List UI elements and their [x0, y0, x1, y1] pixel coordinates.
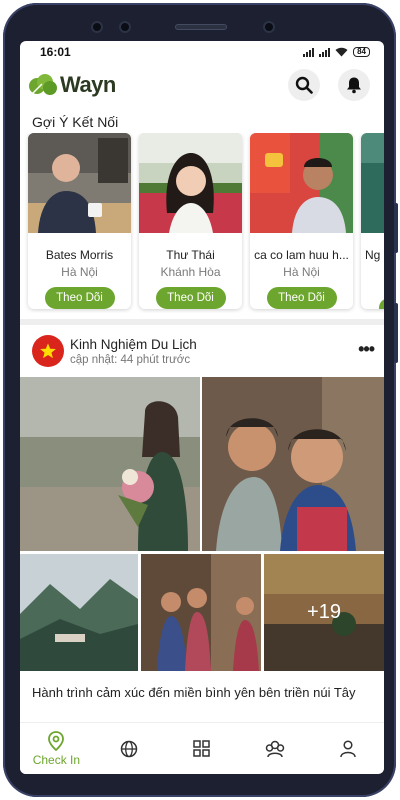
nav-check-in-label: Check In: [32, 752, 81, 767]
location-pin-icon: [48, 730, 65, 751]
volume-button: [394, 203, 398, 253]
front-sensor: [119, 21, 131, 33]
follow-button[interactable]: Theo Dõi: [266, 287, 337, 309]
suggestion-carousel[interactable]: Bates Morris Hà Nội Theo Dõi Thư Thái Kh…: [20, 133, 384, 313]
suggestion-card[interactable]: Bates Morris Hà Nội Theo Dõi: [28, 133, 131, 309]
post-photo[interactable]: [20, 377, 200, 551]
follow-button[interactable]: [379, 298, 384, 309]
power-button: [394, 303, 398, 363]
suggestion-name: Thư Thái: [166, 248, 215, 262]
star-icon: [40, 343, 56, 359]
post-header: Kinh Nghiệm Du Lịch cập nhật: 44 phút tr…: [20, 325, 384, 377]
profile-photo[interactable]: [361, 133, 384, 233]
nav-explore[interactable]: [97, 725, 161, 773]
post-gallery: +19: [20, 377, 384, 671]
leaf-logo-icon: [29, 74, 57, 95]
suggestion-card[interactable]: ca co lam huu h... Hà Nội Theo Dõi: [250, 133, 353, 309]
more-photos-tile[interactable]: +19: [264, 554, 384, 671]
search-button[interactable]: [288, 69, 320, 101]
suggestion-card[interactable]: Ng: [361, 133, 384, 309]
profile-icon: [339, 739, 356, 757]
wifi-icon: [335, 47, 348, 57]
grid-icon: [193, 740, 211, 757]
post-caption[interactable]: Hành trình cảm xúc đến miền bình yên bên…: [20, 671, 384, 703]
notifications-button[interactable]: [338, 69, 370, 101]
status-bar: 16:01 84: [20, 41, 384, 63]
post-photo[interactable]: [202, 377, 384, 551]
nav-profile[interactable]: [316, 725, 380, 773]
community-icon: [265, 740, 285, 757]
suggestion-card[interactable]: Thư Thái Khánh Hòa Theo Dõi: [139, 133, 242, 309]
signal-icon: [319, 47, 331, 57]
suggestion-location: Hà Nội: [61, 265, 98, 279]
app-name: Wayn: [60, 72, 116, 97]
more-options-icon[interactable]: •••: [358, 339, 375, 360]
phone-frame: 16:01 84 Wayn Gợi Ý Kết Nối Bates Morris…: [3, 3, 398, 797]
follow-button[interactable]: Theo Dõi: [44, 287, 115, 309]
signal-icon: [303, 47, 315, 57]
more-photos-count: +19: [264, 554, 384, 671]
app-header: Wayn: [20, 63, 384, 107]
search-icon: [295, 76, 313, 94]
nav-categories[interactable]: [170, 725, 234, 773]
profile-photo[interactable]: [28, 133, 131, 233]
profile-photo[interactable]: [250, 133, 353, 233]
author-avatar[interactable]: [32, 335, 64, 367]
suggestion-location: Khánh Hòa: [160, 265, 221, 279]
post-photo[interactable]: [20, 554, 138, 671]
front-camera: [263, 21, 275, 33]
app-screen: 16:01 84 Wayn Gợi Ý Kết Nối Bates Morris…: [20, 41, 384, 774]
suggestions-title: Gợi Ý Kết Nối: [32, 114, 119, 130]
nav-community[interactable]: [243, 725, 307, 773]
suggestion-name: ca co lam huu h...: [254, 248, 349, 262]
nav-check-in[interactable]: Check In: [24, 725, 88, 773]
bell-icon: [347, 77, 361, 94]
profile-photo[interactable]: [139, 133, 242, 233]
clock: 16:01: [40, 45, 71, 59]
battery-icon: 84: [353, 47, 370, 57]
earpiece: [175, 24, 227, 30]
suggestion-name: Ng: [365, 248, 381, 262]
app-logo[interactable]: Wayn: [28, 72, 116, 98]
post-author[interactable]: Kinh Nghiệm Du Lịch: [70, 337, 197, 352]
post-photo[interactable]: [141, 554, 261, 671]
post-timestamp: cập nhật: 44 phút trước: [70, 353, 191, 366]
suggestion-location: Hà Nội: [283, 265, 320, 279]
front-sensor: [91, 21, 103, 33]
suggestion-name: Bates Morris: [45, 248, 114, 262]
globe-icon: [120, 740, 138, 757]
bottom-navigation: Check In: [20, 722, 384, 774]
follow-button[interactable]: Theo Dõi: [155, 287, 226, 309]
